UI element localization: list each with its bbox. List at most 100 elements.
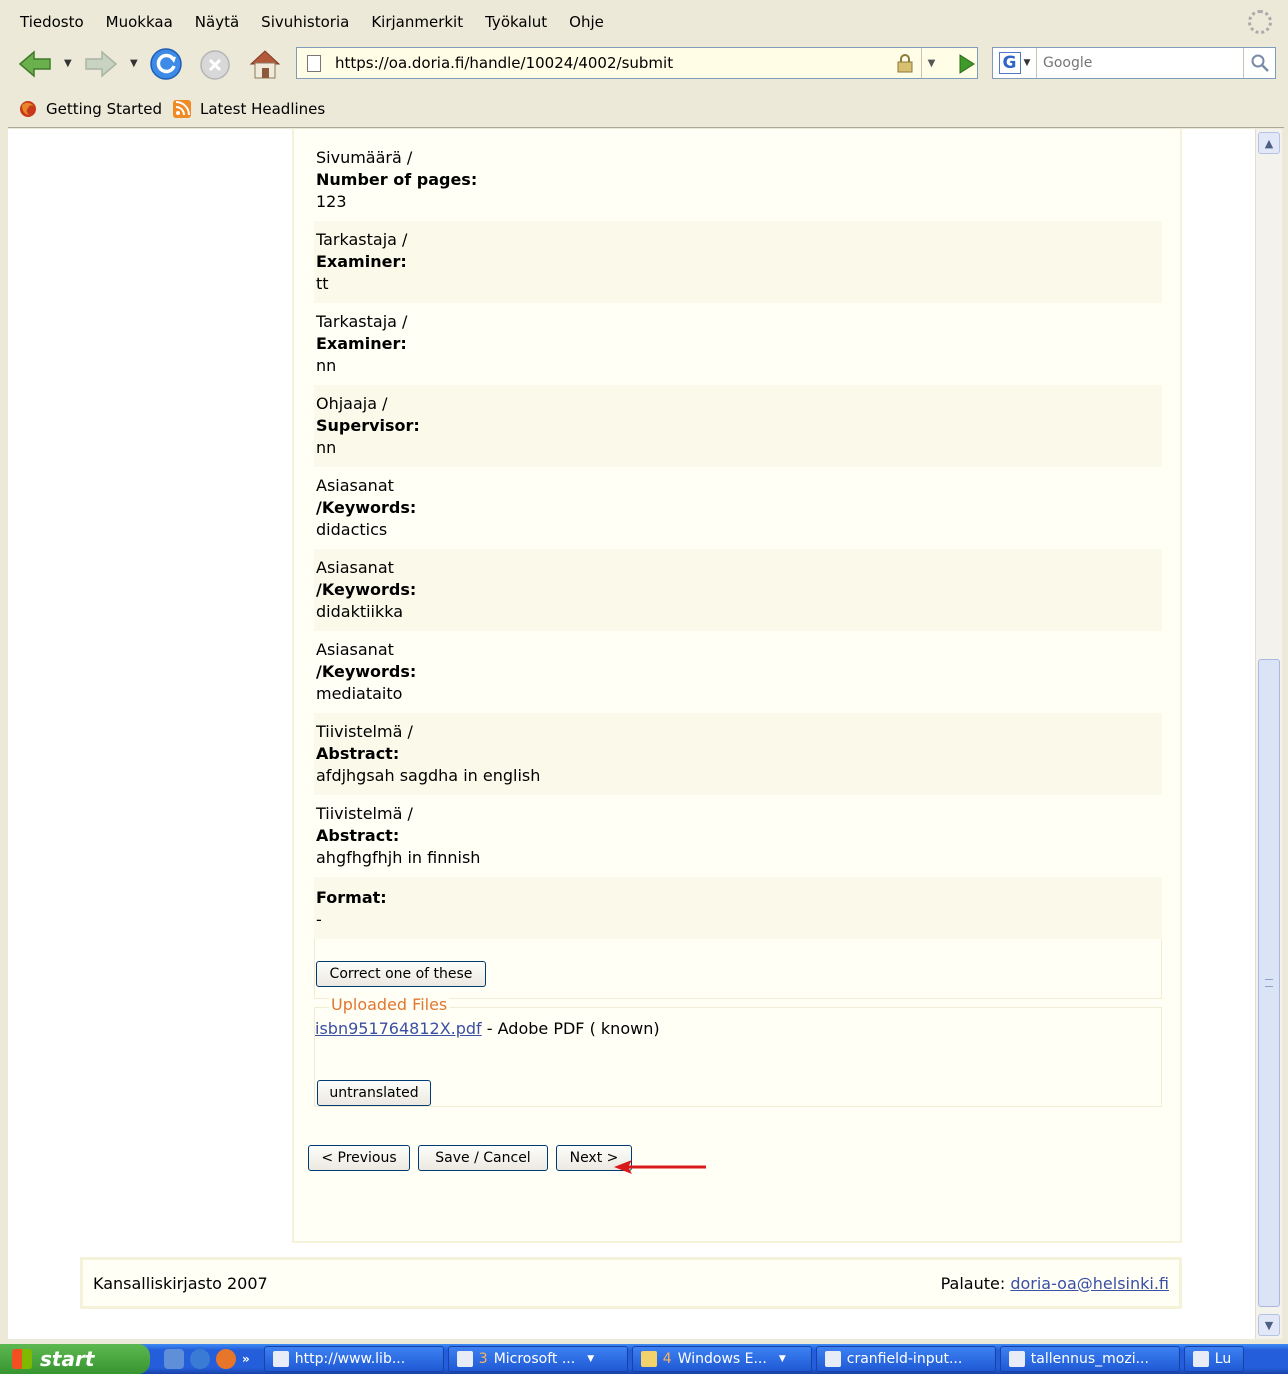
previous-button[interactable]: < Previous [308, 1145, 410, 1171]
field-label-en: Examiner: [316, 334, 407, 353]
navigation-toolbar: ▼ ▼ https://oa.doria.fi/handle/10024/400… [8, 40, 1284, 88]
rss-icon [172, 99, 191, 118]
search-box: G ▼ [992, 47, 1276, 79]
search-button[interactable] [1243, 48, 1275, 78]
home-button[interactable] [246, 46, 284, 82]
field-value: didaktiikka [316, 602, 404, 621]
field-label-fi: Ohjaaja / [316, 394, 388, 413]
reload-button[interactable] [148, 46, 184, 82]
go-button[interactable] [952, 50, 980, 78]
page-icon [307, 54, 321, 72]
untranslated-button[interactable]: untranslated [317, 1080, 431, 1106]
scroll-thumb[interactable] [1258, 659, 1280, 1307]
menu-bookmarks[interactable]: Kirjanmerkit [371, 13, 463, 31]
taskbar: start » http://www.lib... 3 Microsoft ..… [0, 1344, 1288, 1374]
field-label-fi: Tiivistelmä / [316, 804, 413, 823]
engine-dropdown-icon: ▼ [1023, 58, 1031, 68]
field-label-en: /Keywords: [316, 662, 417, 681]
page-viewport: Sivumäärä / Number of pages: 123 Tarkast… [8, 129, 1255, 1339]
field-keywords: Asiasanat /Keywords: didactics [314, 467, 1162, 549]
lock-icon[interactable] [895, 53, 915, 73]
field-label-fi: Asiasanat [316, 558, 394, 577]
annotation-arrow-icon [614, 1160, 706, 1174]
task-label: Windows E... [677, 1351, 767, 1367]
address-bar[interactable]: https://oa.doria.fi/handle/10024/4002/su… [296, 47, 978, 79]
bookmark-latest-headlines[interactable]: Latest Headlines [172, 99, 325, 119]
field-value: didactics [316, 520, 388, 539]
forward-button[interactable] [82, 48, 120, 80]
menu-edit[interactable]: Muokkaa [106, 13, 173, 31]
task-label: http://www.lib... [294, 1351, 406, 1367]
field-value: 123 [316, 192, 347, 211]
go-arrow-icon [959, 54, 975, 74]
page-footer: Kansalliskirjasto 2007 Palaute: doria-oa… [80, 1257, 1182, 1309]
field-label-fi: Tarkastaja / [316, 312, 408, 331]
field-value: afdjhgsah sagdha in english [316, 766, 541, 785]
task-count: 4 [662, 1351, 672, 1367]
taskbar-item[interactable]: 4 Windows E... ▼ [631, 1346, 812, 1372]
field-examiner: Tarkastaja / Examiner: tt [314, 221, 1162, 303]
menu-help[interactable]: Ohje [569, 13, 604, 31]
forward-arrow-icon [85, 50, 118, 78]
home-icon [249, 50, 281, 79]
scroll-down-button[interactable]: ▼ [1258, 1314, 1280, 1336]
field-number-of-pages: Sivumäärä / Number of pages: 123 [314, 139, 1162, 221]
back-button[interactable] [16, 48, 54, 80]
start-button[interactable]: start [0, 1344, 150, 1374]
menu-file[interactable]: Tiedosto [20, 13, 84, 31]
window-icon [272, 1351, 289, 1367]
footer-feedback-label: Palaute: [940, 1273, 1011, 1293]
field-label-fi: Asiasanat [316, 476, 394, 495]
throbber-icon [1248, 10, 1272, 34]
start-label: start [40, 1347, 95, 1371]
correct-button[interactable]: Correct one of these [316, 961, 486, 987]
field-label-fi: Sivumäärä / [316, 148, 413, 167]
forward-dropdown-icon[interactable]: ▼ [130, 58, 138, 69]
show-desktop-icon[interactable] [164, 1349, 184, 1369]
firefox-icon [20, 100, 36, 117]
taskbar-item[interactable]: 3 Microsoft ... ▼ [447, 1346, 628, 1372]
field-format: Format: - [314, 877, 1162, 939]
search-icon [1251, 54, 1269, 72]
uploaded-file-row: isbn951764812X.pdf - Adobe PDF ( known) [315, 1019, 660, 1038]
internet-explorer-icon[interactable] [190, 1349, 210, 1369]
menu-tools[interactable]: Työkalut [485, 13, 547, 31]
feedback-email-link[interactable]: doria-oa@helsinki.fi [1010, 1274, 1169, 1293]
task-label: tallennus_mozi... [1030, 1351, 1149, 1367]
folder-icon [640, 1351, 657, 1367]
address-dropdown-icon[interactable]: ▼ [921, 48, 941, 78]
search-engine-selector[interactable]: G ▼ [993, 48, 1037, 78]
scroll-up-button[interactable]: ▲ [1258, 132, 1280, 154]
uploaded-files-legend: Uploaded Files [329, 995, 450, 1014]
field-label-en: Format: [316, 888, 387, 907]
task-count: 3 [478, 1351, 488, 1367]
address-url[interactable]: https://oa.doria.fi/handle/10024/4002/su… [335, 54, 895, 72]
field-value: nn [316, 438, 337, 457]
task-label: cranfield-input... [846, 1351, 963, 1367]
field-label-en: Number of pages: [316, 170, 478, 189]
bookmark-getting-started[interactable]: Getting Started [18, 99, 162, 119]
taskbar-item[interactable]: http://www.lib... [263, 1346, 444, 1372]
quick-launch-more-icon[interactable]: » [242, 1352, 250, 1366]
field-label-en: Supervisor: [316, 416, 420, 435]
grip-icon [1265, 979, 1273, 987]
field-label-fi: Asiasanat [316, 640, 394, 659]
stop-button[interactable] [198, 48, 232, 82]
taskbar-item[interactable]: Lu [1183, 1346, 1244, 1372]
firefox-icon[interactable] [216, 1349, 236, 1369]
save-cancel-button[interactable]: Save / Cancel [418, 1145, 548, 1171]
vertical-scrollbar[interactable]: ▲ ▼ [1255, 129, 1282, 1339]
bookmark-label: Latest Headlines [199, 99, 326, 118]
menu-view[interactable]: Näytä [195, 13, 239, 31]
back-dropdown-icon[interactable]: ▼ [64, 58, 72, 69]
uploaded-file-link[interactable]: isbn951764812X.pdf [315, 1019, 482, 1038]
menu-history[interactable]: Sivuhistoria [261, 13, 349, 31]
document-icon [824, 1351, 841, 1367]
taskbar-item[interactable]: tallennus_mozi... [999, 1346, 1180, 1372]
bookmark-label: Getting Started [46, 99, 162, 118]
field-examiner: Tarkastaja / Examiner: nn [314, 303, 1162, 385]
search-input[interactable] [1037, 49, 1243, 77]
field-value: - [316, 910, 322, 929]
taskbar-item[interactable]: cranfield-input... [815, 1346, 996, 1372]
bookmarks-toolbar: Getting Started Latest Headlines [8, 90, 1284, 128]
